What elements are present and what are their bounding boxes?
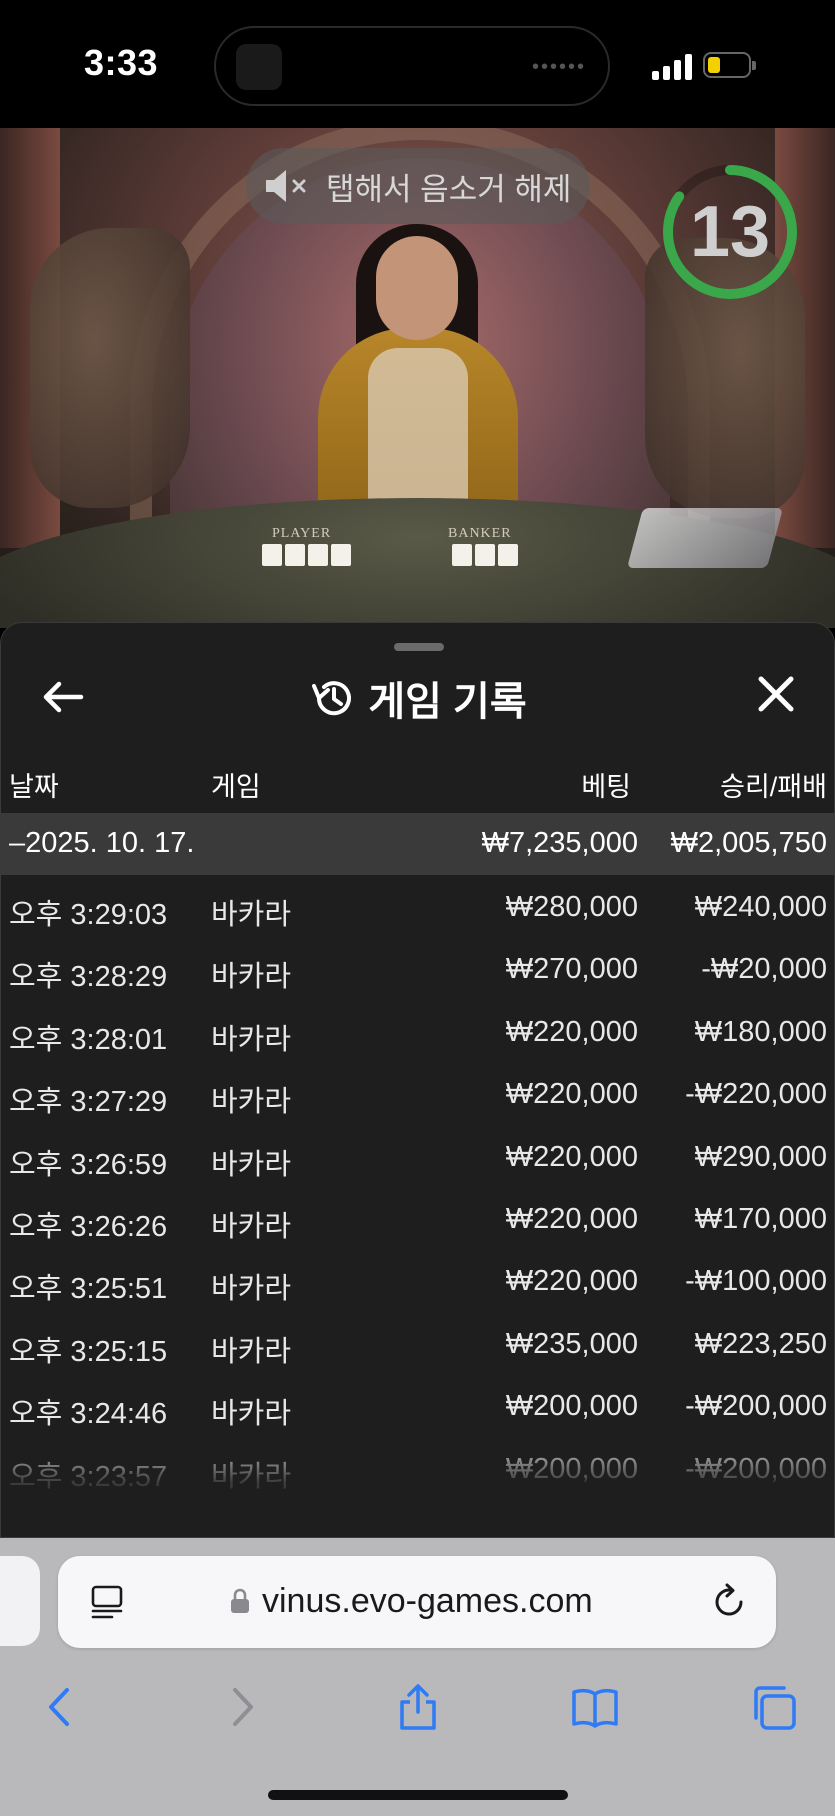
speaker-muted-icon <box>262 166 312 206</box>
row-game: 바카라 <box>211 1335 292 1368</box>
battery-icon <box>703 52 756 78</box>
column-header-bet: 베팅 <box>581 772 631 802</box>
row-bet: ₩200,000 <box>505 1390 638 1423</box>
live-dealer-video[interactable]: PLAYER BANKER 탭해서 음소거 해제 13 <box>0 128 835 628</box>
row-bet: ₩220,000 <box>505 1203 638 1235</box>
sheet-title: 게임 기록 <box>368 680 527 724</box>
row-bet: ₩220,000 <box>505 1078 638 1111</box>
row-result: -₩20,000 <box>701 953 827 986</box>
browser-chrome: vinus.evo-games.com <box>0 1538 835 1816</box>
row-game: 바카라 <box>211 1086 292 1119</box>
page-menu-icon[interactable] <box>90 1584 126 1620</box>
reload-icon[interactable] <box>710 1583 748 1621</box>
history-row[interactable]: 오후 3:27:29 바카라 ₩220,000 -₩220,000 <box>1 1064 834 1126</box>
row-game: 바카라 <box>211 1273 292 1306</box>
row-result: ₩170,000 <box>694 1203 827 1235</box>
row-result: -₩200,000 <box>685 1390 827 1423</box>
dragon-statue-left <box>30 228 190 508</box>
unmute-label: 탭해서 음소거 해제 <box>326 171 572 207</box>
address-bar[interactable]: vinus.evo-games.com <box>58 1556 776 1648</box>
share-icon[interactable] <box>393 1682 443 1732</box>
row-time: 오후 3:26:59 <box>9 1148 168 1181</box>
row-bet: ₩235,000 <box>505 1327 638 1360</box>
row-time: 오후 3:28:29 <box>9 961 168 994</box>
forward-icon[interactable] <box>216 1682 266 1732</box>
row-bet: ₩220,000 <box>505 1265 638 1298</box>
row-time: 오후 3:24:46 <box>9 1398 168 1431</box>
history-row[interactable]: 오후 3:25:15 바카라 ₩235,000 ₩223,250 <box>1 1314 834 1376</box>
history-row[interactable]: 오후 3:26:59 바카라 ₩220,000 ₩290,000 <box>1 1127 834 1189</box>
camera-icon <box>236 44 282 90</box>
row-game: 바카라 <box>211 961 292 994</box>
status-bar: 3:33 •••••• <box>0 0 835 128</box>
history-row[interactable]: 오후 3:28:29 바카라 ₩270,000 -₩20,000 <box>1 939 834 1001</box>
sensor-dots-icon: •••••• <box>531 56 586 78</box>
row-time: 오후 3:25:15 <box>9 1335 168 1368</box>
row-game: 바카라 <box>211 1398 292 1431</box>
row-time: 오후 3:27:29 <box>9 1086 168 1119</box>
row-result: ₩223,250 <box>694 1327 827 1360</box>
banker-label: BANKER <box>448 526 512 541</box>
player-label: PLAYER <box>272 526 332 541</box>
cellular-signal-icon <box>652 54 694 80</box>
row-time: 오후 3:26:26 <box>9 1211 168 1243</box>
close-icon <box>758 676 794 712</box>
banker-cards <box>452 544 518 566</box>
tabs-icon[interactable] <box>748 1682 798 1732</box>
row-result: -₩100,000 <box>685 1265 827 1298</box>
game-history-sheet: 게임 기록 날짜 게임 베팅 승리/패배 –2025. 10. 17. ₩7,2… <box>0 622 835 1538</box>
column-header-date: 날짜 <box>9 772 59 802</box>
history-row[interactable]: 오후 3:26:26 바카라 ₩220,000 ₩170,000 <box>1 1189 834 1251</box>
betting-countdown: 13 <box>660 162 800 302</box>
status-time: 3:33 <box>84 42 159 83</box>
countdown-value: 13 <box>689 192 771 272</box>
column-header-game: 게임 <box>211 772 261 802</box>
row-time: 오후 3:25:51 <box>9 1273 168 1306</box>
previous-tab-peek[interactable] <box>0 1556 40 1646</box>
home-indicator <box>268 1790 568 1800</box>
close-button[interactable] <box>753 671 799 717</box>
row-bet: ₩220,000 <box>505 1140 638 1173</box>
row-game: 바카라 <box>211 899 292 931</box>
card-shoe <box>626 508 784 568</box>
history-row[interactable]: 오후 3:25:51 바카라 ₩220,000 -₩100,000 <box>1 1251 834 1313</box>
bookmarks-icon[interactable] <box>570 1682 620 1732</box>
unmute-button[interactable]: 탭해서 음소거 해제 <box>246 148 590 224</box>
row-game: 바카라 <box>211 1023 292 1056</box>
row-bet: ₩270,000 <box>505 953 638 986</box>
history-row[interactable]: 오후 3:24:46 바카라 ₩200,000 -₩200,000 <box>1 1376 834 1438</box>
player-cards <box>262 544 351 566</box>
history-icon <box>312 681 352 716</box>
row-time: 오후 3:29:03 <box>9 899 168 931</box>
row-game: 바카라 <box>211 1148 292 1181</box>
row-result: ₩240,000 <box>694 891 827 923</box>
group-date: –2025. 10. 17. <box>9 827 195 859</box>
sheet-header: 게임 기록 <box>1 663 834 733</box>
row-bet: ₩220,000 <box>505 1015 638 1048</box>
row-result: -₩220,000 <box>685 1078 827 1111</box>
row-result: ₩180,000 <box>694 1015 827 1048</box>
lock-icon <box>231 1588 249 1613</box>
row-time: 오후 3:28:01 <box>9 1023 168 1056</box>
sheet-grabber[interactable] <box>394 643 444 651</box>
group-result-total: ₩2,005,750 <box>670 827 827 859</box>
row-bet: ₩280,000 <box>505 891 638 923</box>
dynamic-island: •••••• <box>214 26 610 106</box>
column-header-result: 승리/패배 <box>720 772 827 802</box>
history-row[interactable]: 오후 3:29:03 바카라 ₩280,000 ₩240,000 <box>1 877 834 939</box>
date-group-row[interactable]: –2025. 10. 17. ₩7,235,000 ₩2,005,750 <box>1 813 834 875</box>
url-text: vinus.evo-games.com <box>262 1582 593 1620</box>
group-bet-total: ₩7,235,000 <box>481 827 638 859</box>
browser-toolbar <box>0 1668 835 1748</box>
back-icon[interactable] <box>36 1682 86 1732</box>
row-game: 바카라 <box>211 1211 292 1243</box>
row-result: ₩290,000 <box>694 1140 827 1173</box>
history-row[interactable]: 오후 3:28:01 바카라 ₩220,000 ₩180,000 <box>1 1002 834 1064</box>
